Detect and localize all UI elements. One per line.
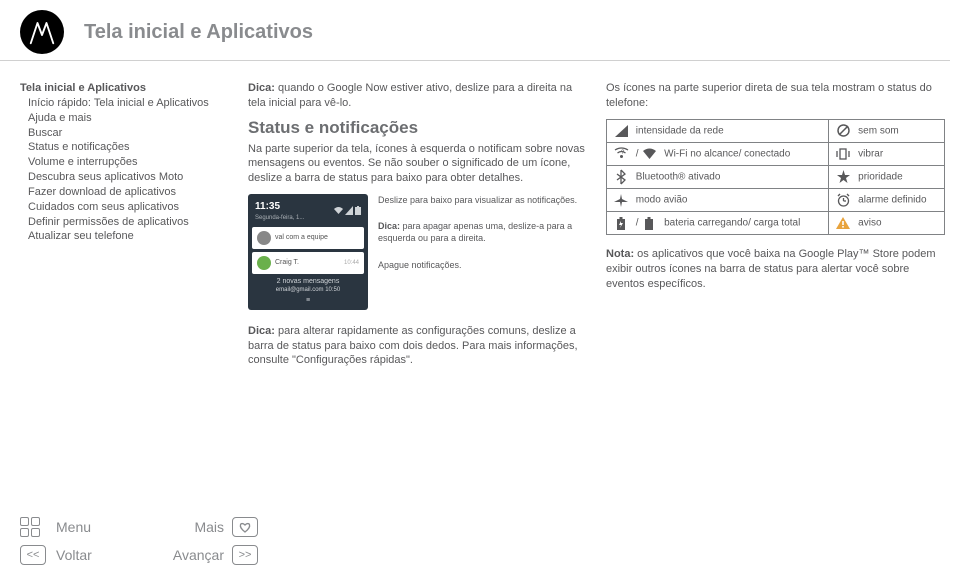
signal-icon [345, 206, 353, 215]
cell-label: intensidade da rede [636, 125, 724, 136]
phone-date: Segunda-feira, 1... [255, 214, 304, 222]
sidebar-item-volume[interactable]: Volume e interrupções [20, 155, 230, 170]
sidebar-item-moto[interactable]: Descubra seus aplicativos Moto [20, 170, 230, 185]
sidebar-item-buscar[interactable]: Buscar [20, 126, 230, 141]
phone-preview: 11:35 Segunda-feira, 1... val com a equi… [248, 194, 368, 310]
table-row: Bluetooth® ativado prioridade [607, 165, 945, 188]
avancar-label[interactable]: Avançar [142, 547, 232, 563]
menu-icon[interactable] [20, 517, 52, 537]
content: Tela inicial e Aplicativos Início rápido… [0, 61, 960, 368]
footer-sub: email@gmail.com 10:50 [252, 286, 364, 294]
table-row: ? / Wi-Fi no alcance/ conectado vibrar [607, 142, 945, 165]
vibrate-icon [835, 147, 851, 161]
battery-icon [355, 206, 361, 215]
battery-full-icon [641, 216, 657, 230]
notification-card-2: Craig T. 10:44 [252, 252, 364, 274]
annotation-dismiss-one: Dica: para apagar apenas uma, deslize-a … [378, 220, 588, 244]
notif-time: 10:44 [344, 259, 359, 267]
notif-footer: 2 novas mensagens email@gmail.com 10:50 … [252, 277, 364, 306]
tip-quick-settings: Dica: para alterar rapidamente as config… [248, 324, 588, 369]
cell-label: vibrar [858, 148, 883, 159]
tip-text: quando o Google Now estiver ativo, desli… [248, 82, 572, 109]
table-row: / bateria carregando/ carga total aviso [607, 212, 945, 235]
notif-text: val com a equipe [275, 233, 359, 242]
tip-google-now: Dica: quando o Google Now estiver ativo,… [248, 81, 588, 111]
sidebar-title: Tela inicial e Aplicativos [20, 81, 230, 96]
table-row: modo avião alarme definido [607, 189, 945, 212]
avancar-button[interactable]: >> [232, 545, 258, 565]
battery-charging-icon [613, 216, 629, 230]
sidebar-item-status[interactable]: Status e notificações [20, 140, 230, 155]
alarm-icon [835, 193, 851, 207]
page-title: Tela inicial e Aplicativos [84, 21, 313, 44]
sidebar: Tela inicial e Aplicativos Início rápido… [20, 81, 230, 368]
sidebar-item-atualizar[interactable]: Atualizar seu telefone [20, 229, 230, 244]
signal-icon [613, 124, 629, 138]
mute-icon [835, 124, 851, 138]
wifi-range-icon: ? [613, 147, 629, 161]
annotation-swipe: Deslize para baixo para visualizar as no… [378, 194, 588, 206]
avatar-icon [257, 256, 271, 270]
airplane-icon [613, 193, 629, 207]
sidebar-item-inicio[interactable]: Início rápido: Tela inicial e Aplicativo… [20, 96, 230, 111]
cell-label: bateria carregando/ carga total [664, 218, 800, 229]
sidebar-item-permissoes[interactable]: Definir permissões de aplicativos [20, 215, 230, 230]
cell-label: aviso [858, 218, 881, 229]
menu-label[interactable]: Menu [52, 519, 142, 535]
section-body: Na parte superior da tela, ícones à esqu… [248, 142, 588, 187]
sidebar-item-download[interactable]: Fazer download de aplicativos [20, 185, 230, 200]
phone-time: 11:35 [255, 200, 304, 214]
footer-nav: Menu Mais << Voltar Avançar >> [20, 516, 264, 566]
right-column: Os ícones na parte superior direta de su… [606, 81, 945, 368]
tip2-text: para alterar rapidamente as configuraçõe… [248, 325, 578, 367]
cell-label: sem som [858, 125, 899, 136]
cell-label: prioridade [858, 172, 902, 183]
wifi-icon [334, 206, 343, 215]
heart-icon [239, 522, 251, 533]
phone-mock: 11:35 Segunda-feira, 1... val com a equi… [248, 194, 588, 310]
cell-label: Wi-Fi no alcance/ conectado [664, 148, 790, 159]
warning-icon [835, 216, 851, 230]
wifi-connected-icon [641, 147, 657, 161]
voltar-button[interactable]: << [20, 545, 46, 565]
cell-label: alarme definido [858, 195, 926, 206]
avatar-icon [257, 231, 271, 245]
mais-button[interactable] [232, 517, 258, 537]
note-text: os aplicativos que você baixa na Google … [606, 248, 936, 290]
right-intro: Os ícones na parte superior direta de su… [606, 81, 945, 111]
status-icons-table: intensidade da rede sem som ? / Wi-Fi no… [606, 119, 945, 236]
section-title: Status e notificações [248, 117, 588, 140]
priority-icon [835, 170, 851, 184]
annotation-clear: Apague notificações. [378, 259, 588, 271]
main-column: Dica: quando o Google Now estiver ativo,… [248, 81, 588, 368]
notif-from: Craig T. [275, 258, 340, 267]
sidebar-item-cuidados[interactable]: Cuidados com seus aplicativos [20, 200, 230, 215]
phone-annotations: Deslize para baixo para visualizar as no… [378, 194, 588, 310]
header: Tela inicial e Aplicativos [0, 0, 950, 61]
voltar-label[interactable]: Voltar [52, 547, 142, 563]
note-label: Nota: [606, 248, 634, 260]
tip-label: Dica: [248, 82, 275, 94]
table-row: intensidade da rede sem som [607, 119, 945, 142]
footer-count: 2 novas mensagens [252, 277, 364, 286]
bluetooth-icon [613, 170, 629, 184]
motorola-logo [20, 10, 64, 54]
tip2-label: Dica: [248, 325, 275, 337]
cell-label: modo avião [636, 195, 688, 206]
note-play-store: Nota: os aplicativos que você baixa na G… [606, 247, 945, 292]
sidebar-item-ajuda[interactable]: Ajuda e mais [20, 111, 230, 126]
notification-card-1: val com a equipe [252, 227, 364, 249]
cell-label: Bluetooth® ativado [636, 172, 721, 183]
mais-label[interactable]: Mais [142, 519, 232, 535]
